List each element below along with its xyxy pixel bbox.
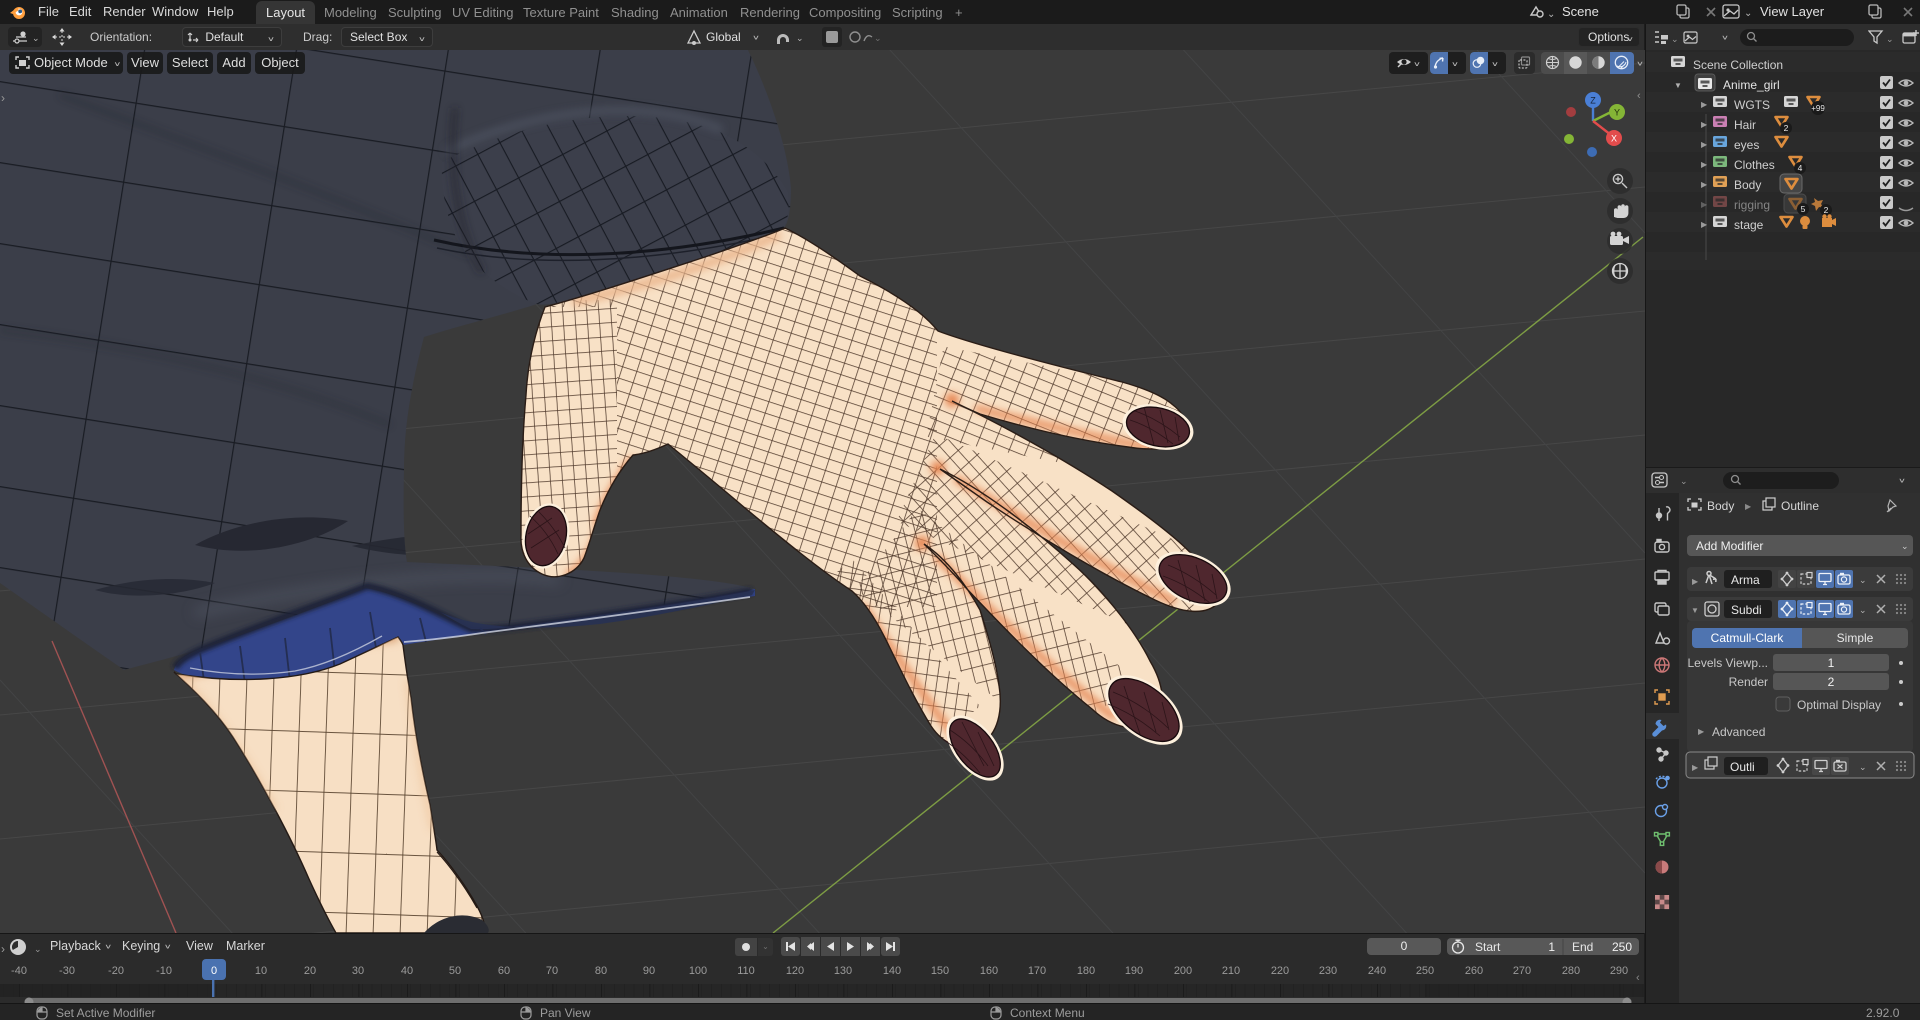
svg-text:80: 80 [595,965,607,977]
svg-text:190: 190 [1125,965,1143,977]
svg-text:Simple: Simple [1837,631,1874,645]
svg-text:Subdi: Subdi [1731,603,1762,617]
svg-text:Catmull-Clark: Catmull-Clark [1711,631,1785,645]
svg-text:‹: ‹ [1636,972,1640,984]
svg-text:290: 290 [1610,965,1628,977]
svg-text:⌄: ⌄ [1859,605,1867,615]
svg-text:X: X [1611,134,1617,144]
svg-text:▶: ▶ [1701,100,1708,109]
svg-text:170: 170 [1028,965,1046,977]
svg-text:270: 270 [1513,965,1531,977]
svg-text:▶: ▶ [1701,140,1708,149]
svg-text:1: 1 [1548,940,1555,954]
svg-text:2: 2 [1784,123,1789,133]
svg-text:⌄: ⌄ [1680,476,1688,486]
svg-text:▶: ▶ [1745,502,1752,511]
svg-text:▶: ▶ [1692,763,1699,772]
svg-text:▼: ▼ [1691,606,1699,615]
svg-text:⌄: ⌄ [32,33,40,43]
svg-text:30: 30 [352,965,364,977]
svg-text:Advanced: Advanced [1712,725,1765,739]
svg-text:130: 130 [834,965,852,977]
svg-text:⌄: ⌄ [1859,762,1867,772]
svg-text:100: 100 [689,965,707,977]
svg-text:250: 250 [1612,940,1632,954]
svg-text:Anime_girl: Anime_girl [1723,78,1780,92]
svg-text:Render: Render [1729,675,1768,689]
svg-text:200: 200 [1174,965,1192,977]
svg-text:Y: Y [1614,108,1620,118]
svg-text:180: 180 [1077,965,1095,977]
svg-text:2: 2 [1824,205,1829,215]
svg-text:Arma: Arma [1731,573,1760,587]
svg-text:-40: -40 [11,965,27,977]
svg-text:110: 110 [737,965,755,977]
svg-text:⌄: ⌄ [1547,9,1555,20]
svg-text:⌄: ⌄ [1859,575,1867,585]
svg-text:-10: -10 [156,965,172,977]
svg-text:260: 260 [1465,965,1483,977]
svg-text:Z: Z [1590,96,1596,106]
svg-text:⌄: ⌄ [874,33,882,43]
svg-text:1: 1 [1828,656,1835,670]
svg-text:Levels Viewp...: Levels Viewp... [1688,656,1769,670]
svg-text:120: 120 [786,965,804,977]
svg-text:280: 280 [1562,965,1580,977]
svg-text:⌄: ⌄ [1901,541,1909,551]
svg-text:160: 160 [980,965,998,977]
svg-text:230: 230 [1319,965,1337,977]
svg-text:+99: +99 [1811,104,1825,113]
svg-text:90: 90 [643,965,655,977]
svg-text:eyes: eyes [1734,138,1759,152]
svg-text:10: 10 [255,965,267,977]
svg-text:stage: stage [1734,218,1764,232]
svg-text:50: 50 [449,965,461,977]
svg-text:▶: ▶ [1692,577,1699,586]
svg-text:Outline: Outline [1781,499,1819,513]
svg-text:▶: ▶ [1701,180,1708,189]
svg-text:150: 150 [931,965,949,977]
svg-text:▶: ▶ [1701,120,1708,129]
svg-text:-30: -30 [59,965,75,977]
svg-text:Body: Body [1707,499,1734,513]
svg-text:20: 20 [304,965,316,977]
svg-text:40: 40 [401,965,413,977]
svg-text:Optimal Display: Optimal Display [1797,698,1881,712]
svg-text:240: 240 [1368,965,1386,977]
svg-text:Start: Start [1475,940,1501,954]
svg-text:End: End [1572,940,1593,954]
svg-text:⌄: ⌄ [1744,8,1752,19]
svg-text:⌄: ⌄ [796,33,804,43]
svg-text:⌄: ⌄ [34,944,42,954]
svg-text:2: 2 [1828,675,1835,689]
svg-text:‹: ‹ [1637,90,1641,102]
svg-text:Outli: Outli [1730,760,1755,774]
svg-text:5: 5 [1801,204,1806,214]
svg-text:250: 250 [1416,965,1434,977]
svg-text:▶: ▶ [1701,200,1708,209]
svg-text:WGTS: WGTS [1734,98,1770,112]
svg-text:▶: ▶ [1698,727,1705,736]
svg-text:60: 60 [498,965,510,977]
svg-text:220: 220 [1271,965,1289,977]
svg-text:210: 210 [1222,965,1240,977]
svg-text:140: 140 [883,965,901,977]
svg-text:⌄: ⌄ [1671,34,1679,44]
svg-text:4: 4 [1798,163,1803,173]
svg-text:-20: -20 [108,965,124,977]
svg-text:Add Modifier: Add Modifier [1696,539,1763,553]
svg-text:0: 0 [211,965,217,977]
svg-text:Clothes: Clothes [1734,158,1775,172]
svg-text:▶: ▶ [1701,220,1708,229]
svg-text:rigging: rigging [1734,198,1770,212]
svg-text:Body: Body [1734,178,1761,192]
svg-text:Scene Collection: Scene Collection [1693,58,1783,72]
svg-text:70: 70 [546,965,558,977]
svg-text:Hair: Hair [1734,118,1756,132]
svg-text:▼: ▼ [1674,81,1682,90]
svg-text:▶: ▶ [1701,160,1708,169]
svg-text:⌄: ⌄ [1886,34,1894,44]
